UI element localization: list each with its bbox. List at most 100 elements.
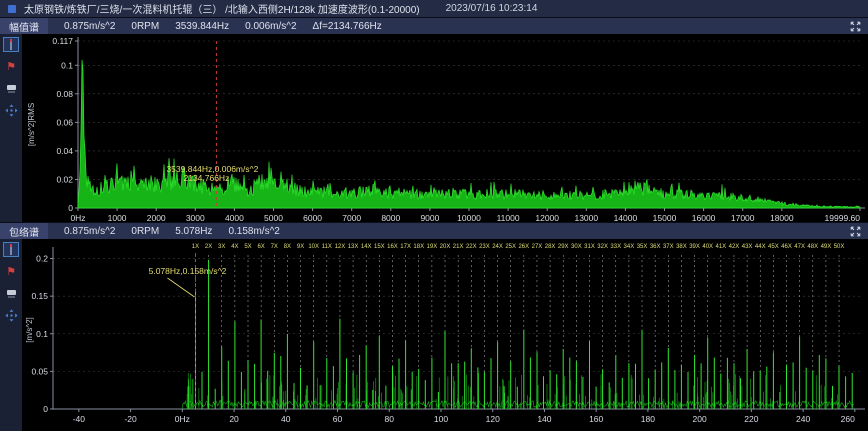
svg-text:240: 240 — [796, 414, 810, 424]
svg-text:42X: 42X — [729, 244, 740, 250]
svg-text:21X: 21X — [453, 244, 464, 250]
svg-text:260: 260 — [841, 414, 855, 424]
timestamp: 2023/07/16 10:23:14 — [446, 3, 538, 14]
svg-text:0: 0 — [68, 203, 73, 213]
pan-button[interactable] — [3, 103, 19, 118]
svg-text:27X: 27X — [532, 244, 543, 250]
svg-text:33X: 33X — [610, 244, 621, 250]
svg-text:2X: 2X — [205, 244, 212, 250]
flag-icon: ⚑ — [6, 62, 16, 72]
svg-text:4X: 4X — [231, 244, 238, 250]
svg-text:47X: 47X — [794, 244, 805, 250]
envelope-spectrum-panel: 包络谱 0.875m/s^2 0RPM 5.078Hz 0.158m/s^2 ⚑ — [0, 222, 868, 431]
svg-text:30X: 30X — [571, 244, 582, 250]
svg-text:12X: 12X — [335, 244, 346, 250]
stat-rpm: 0RPM — [131, 226, 159, 237]
svg-text:0.2: 0.2 — [36, 254, 48, 264]
flag-marker-button[interactable]: ⚑ — [3, 264, 19, 279]
expand-icon[interactable] — [848, 225, 862, 238]
svg-text:60: 60 — [333, 414, 343, 424]
svg-text:[m/s^2]RMS: [m/s^2]RMS — [27, 103, 36, 146]
stat-overall-rms: 0.875m/s^2 — [64, 226, 115, 237]
svg-text:0.05: 0.05 — [31, 366, 48, 376]
svg-text:80: 80 — [385, 414, 395, 424]
panel-title: 幅值谱 — [0, 18, 48, 34]
amplitude-spectrum-panel: 幅值谱 0.875m/s^2 0RPM 3539.844Hz 0.006m/s^… — [0, 17, 868, 222]
svg-text:17000: 17000 — [731, 213, 755, 222]
svg-text:14000: 14000 — [614, 213, 638, 222]
svg-text:43X: 43X — [742, 244, 753, 250]
svg-text:23X: 23X — [479, 244, 490, 250]
svg-text:22X: 22X — [466, 244, 477, 250]
svg-text:28X: 28X — [545, 244, 556, 250]
svg-text:16X: 16X — [387, 244, 398, 250]
svg-text:0.04: 0.04 — [56, 146, 73, 156]
svg-text:20X: 20X — [440, 244, 451, 250]
svg-text:32X: 32X — [597, 244, 608, 250]
svg-text:26X: 26X — [518, 244, 529, 250]
svg-text:48X: 48X — [807, 244, 818, 250]
svg-text:25X: 25X — [505, 244, 516, 250]
svg-text:120: 120 — [486, 414, 500, 424]
svg-text:0Hz: 0Hz — [70, 213, 85, 222]
svg-text:37X: 37X — [663, 244, 674, 250]
svg-text:18X: 18X — [413, 244, 424, 250]
svg-text:49X: 49X — [821, 244, 832, 250]
chart-toolbar: ⚑ — [0, 239, 22, 431]
svg-text:0.117: 0.117 — [52, 36, 73, 46]
envelope-panel-body: ⚑ 0.20.150.10.050-40-200Hz20406080100120… — [0, 239, 868, 431]
pan-button[interactable] — [3, 308, 19, 323]
amplitude-panel-header: 幅值谱 0.875m/s^2 0RPM 3539.844Hz 0.006m/s^… — [0, 18, 868, 34]
svg-text:17X: 17X — [400, 244, 411, 250]
peak-label-button[interactable] — [3, 81, 19, 96]
envelope-spectrum-chart[interactable]: 0.20.150.10.050-40-200Hz2040608010012014… — [22, 239, 868, 431]
svg-text:5000: 5000 — [264, 213, 283, 222]
svg-text:10000: 10000 — [457, 213, 481, 222]
svg-text:0.02: 0.02 — [56, 174, 73, 184]
amplitude-spectrum-chart[interactable]: 0.1170.10.080.060.040.0200Hz100020003000… — [22, 34, 868, 222]
svg-text:38X: 38X — [676, 244, 687, 250]
svg-text:[m/s^2]: [m/s^2] — [25, 317, 34, 343]
svg-text:45X: 45X — [768, 244, 779, 250]
svg-text:0.06: 0.06 — [56, 117, 73, 127]
spectrum-analyzer-window: 太原钢铁/炼铁厂/三烧/一次混料机托辊（三） /北输入西侧2H/128k 加速度… — [0, 0, 868, 431]
svg-text:8000: 8000 — [381, 213, 400, 222]
svg-text:20: 20 — [229, 414, 239, 424]
svg-text:16000: 16000 — [692, 213, 716, 222]
svg-text:140: 140 — [537, 414, 551, 424]
peak-label-button[interactable] — [3, 286, 19, 301]
svg-text:2000: 2000 — [147, 213, 166, 222]
svg-text:11X: 11X — [322, 244, 332, 250]
svg-text:18000: 18000 — [770, 213, 794, 222]
expand-icon[interactable] — [848, 20, 862, 33]
svg-text:13000: 13000 — [574, 213, 598, 222]
svg-text:44X: 44X — [755, 244, 766, 250]
svg-text:35X: 35X — [637, 244, 648, 250]
cursor-tool-button[interactable] — [3, 242, 19, 257]
stat-delta-frequency: Δf=2134.766Hz — [313, 21, 382, 32]
svg-text:200: 200 — [693, 414, 707, 424]
amplitude-panel-body: ⚑ 0.1170.10.080.060.040.0200Hz1000200030… — [0, 34, 868, 222]
svg-text:3X: 3X — [218, 244, 225, 250]
stat-cursor-amplitude: 0.006m/s^2 — [245, 21, 296, 32]
svg-text:6X: 6X — [257, 244, 264, 250]
svg-text:24X: 24X — [492, 244, 503, 250]
svg-text:4000: 4000 — [225, 213, 244, 222]
panel-title: 包络谱 — [0, 223, 48, 239]
stat-cursor-frequency: 5.078Hz — [175, 226, 212, 237]
measurement-breadcrumb: 太原钢铁/炼铁厂/三烧/一次混料机托辊（三） /北输入西侧2H/128k 加速度… — [24, 1, 420, 16]
svg-text:34X: 34X — [624, 244, 635, 250]
svg-text:9000: 9000 — [420, 213, 439, 222]
svg-text:19999.60: 19999.60 — [825, 213, 861, 222]
cursor-tool-button[interactable] — [3, 37, 19, 52]
svg-text:40X: 40X — [702, 244, 713, 250]
svg-text:5X: 5X — [244, 244, 251, 250]
svg-text:14X: 14X — [361, 244, 372, 250]
app-icon — [8, 5, 16, 13]
svg-text:1X: 1X — [192, 244, 199, 250]
svg-text:6000: 6000 — [303, 213, 322, 222]
svg-text:19X: 19X — [427, 244, 438, 250]
svg-text:40: 40 — [281, 414, 291, 424]
flag-marker-button[interactable]: ⚑ — [3, 59, 19, 74]
svg-text:0.1: 0.1 — [36, 329, 48, 339]
